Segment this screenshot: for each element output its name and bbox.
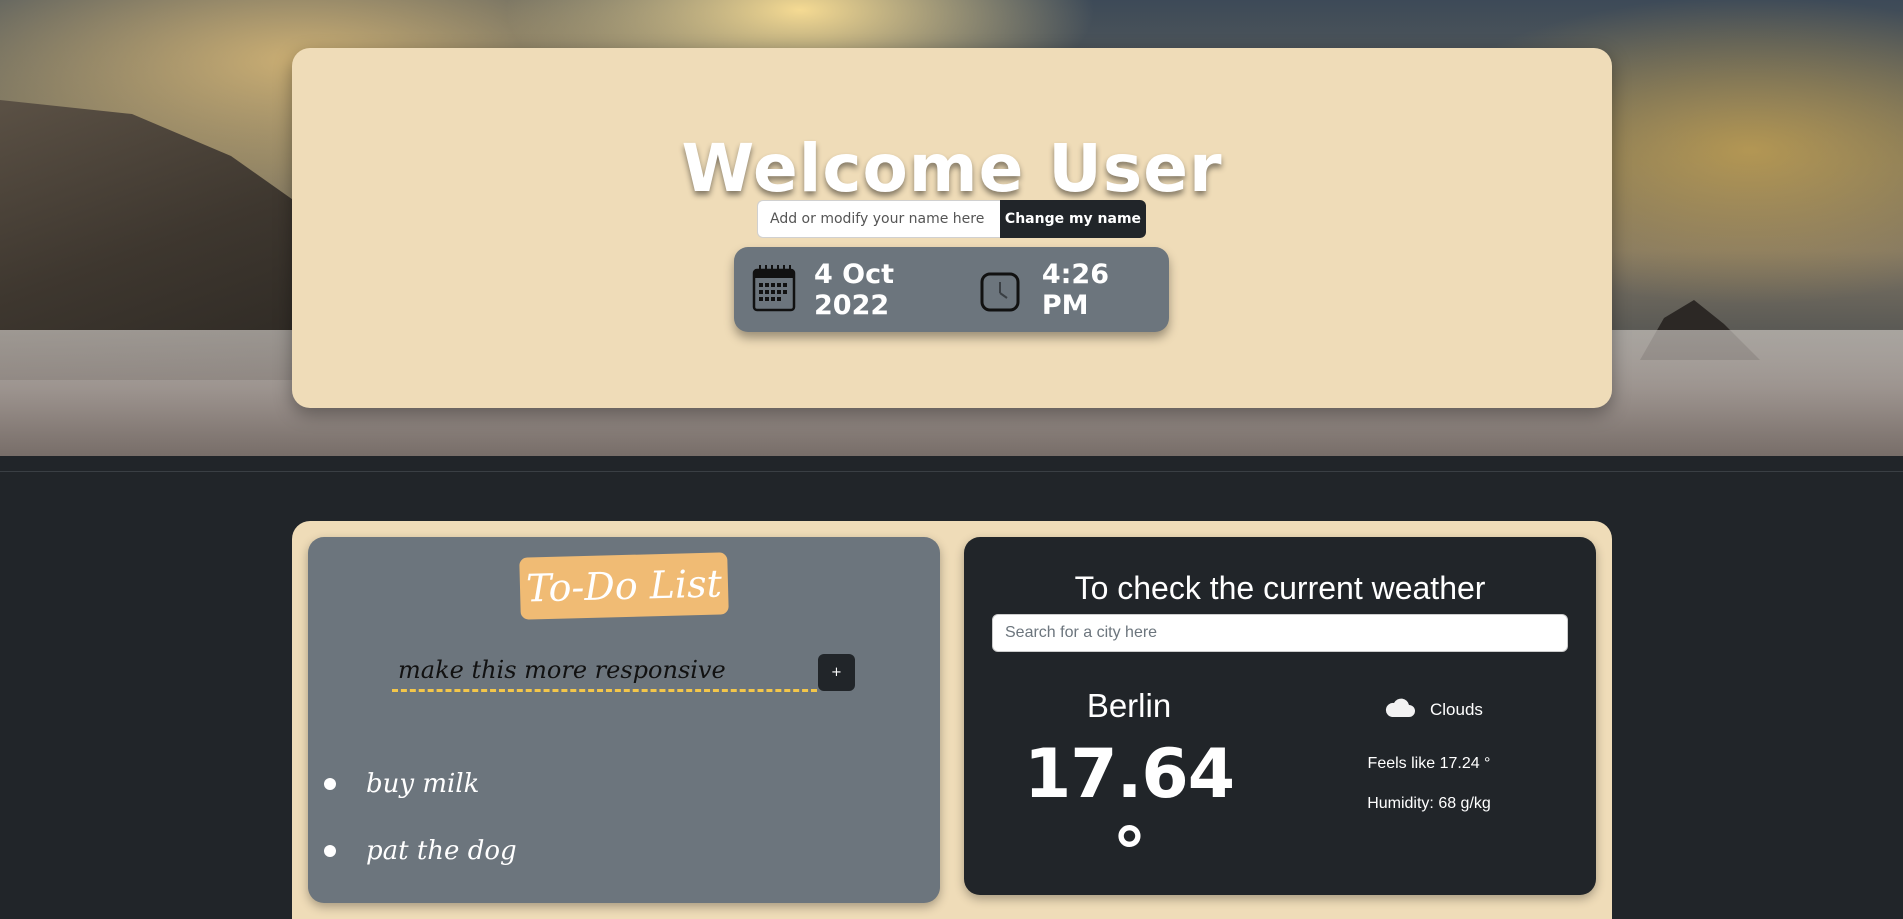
welcome-title: Welcome User — [681, 130, 1223, 207]
section-divider — [0, 471, 1903, 472]
feels-like: Feels like 17.24 ° — [1367, 755, 1491, 772]
date-text: 4 Oct 2022 — [814, 258, 895, 321]
todo-item-label: pat the dog — [366, 835, 517, 866]
bullet-icon — [324, 844, 336, 857]
change-name-button[interactable]: Change my name — [1000, 200, 1146, 238]
city-name: Berlin — [1086, 687, 1172, 724]
weather-title: To check the current weather — [1074, 570, 1486, 606]
weather-panel: To check the current weather Berlin 17.6… — [964, 537, 1596, 895]
todo-title-badge: To-Do List — [519, 552, 729, 620]
datetime-widget: 4 Oct 2022 4:26 PM — [734, 247, 1169, 332]
city-search-input[interactable] — [992, 614, 1568, 652]
bullet-icon — [324, 777, 336, 790]
todo-title: To-Do List — [525, 561, 723, 611]
add-todo-button[interactable]: + — [818, 654, 855, 691]
cloud-icon — [1384, 697, 1416, 723]
weather-condition: Clouds — [1384, 697, 1483, 723]
todo-item-label: buy milk — [366, 768, 480, 799]
calendar-icon — [752, 264, 796, 316]
condition-text: Clouds — [1430, 700, 1483, 719]
todo-input[interactable] — [392, 650, 817, 692]
todo-item[interactable]: buy milk — [320, 750, 517, 817]
todo-item[interactable]: pat the dog — [320, 817, 517, 884]
time-text: 4:26 PM — [1041, 258, 1109, 321]
name-input[interactable] — [757, 200, 1000, 238]
name-form: Change my name — [757, 200, 1146, 238]
humidity: Humidity: 68 g/kg — [1367, 795, 1491, 812]
temperature: 17.64 ° — [1023, 735, 1235, 893]
clock-icon — [980, 272, 1020, 316]
todo-list: buy milk pat the dog — [320, 750, 517, 884]
